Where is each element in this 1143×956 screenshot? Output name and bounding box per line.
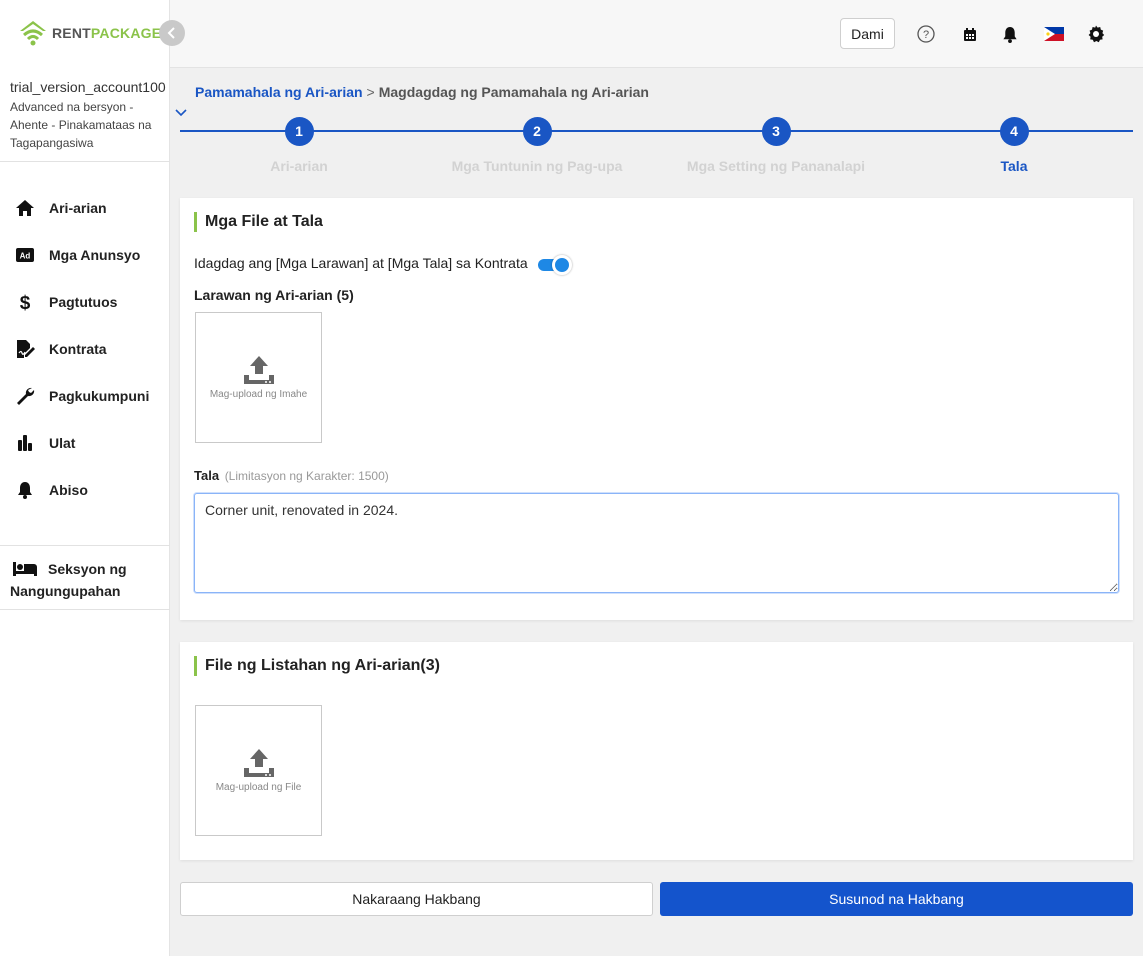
- chevron-left-icon: [167, 27, 175, 39]
- sidebar-divider: [0, 609, 170, 610]
- toggle-label: Idagdag ang [Mga Larawan] at [Mga Tala] …: [194, 255, 528, 271]
- property-images-label: Larawan ng Ari-arian (5): [194, 287, 354, 303]
- notification-bell-icon[interactable]: [1000, 24, 1020, 44]
- account-name: trial_version_account100: [10, 79, 166, 95]
- sidebar-item-label: Ari-arian: [49, 200, 107, 216]
- note-label: Tala (Limitasyon ng Karakter: 1500): [194, 468, 389, 483]
- sidebar-item-contracts[interactable]: Kontrata: [14, 337, 107, 361]
- rentpackage-logo[interactable]: RENTPACKAGE: [18, 18, 161, 48]
- bar-chart-icon: [14, 432, 36, 454]
- svg-text:?: ?: [923, 29, 929, 41]
- account-info: trial_version_account100 Advanced na ber…: [10, 78, 168, 152]
- upload-file-label: Mag-upload ng File: [215, 782, 302, 793]
- sidebar-divider: [0, 161, 170, 162]
- dollar-icon: $: [14, 291, 36, 313]
- sidebar-item-label: Pagtutuos: [49, 294, 118, 310]
- sidebar-item-label: Abiso: [49, 482, 88, 498]
- note-char-limit: (Limitasyon ng Karakter: 1500): [224, 469, 389, 483]
- more-button[interactable]: Dami: [840, 18, 895, 49]
- top-header: Dami ?: [170, 0, 1143, 68]
- sidebar-item-properties[interactable]: Ari-arian: [14, 196, 107, 220]
- home-icon: [14, 197, 36, 219]
- sidebar-item-repairs[interactable]: Pagkukumpuni: [14, 384, 149, 408]
- upload-icon: [243, 356, 274, 384]
- svg-text:$: $: [20, 293, 31, 312]
- note-textarea[interactable]: Corner unit, renovated in 2024.: [194, 493, 1119, 593]
- files-and-notes-card: Mga File at Tala Idagdag ang [Mga Larawa…: [180, 198, 1133, 620]
- sidebar-divider: [0, 545, 170, 546]
- sidebar-item-label: Pagkukumpuni: [49, 388, 150, 404]
- step-number: 1: [284, 117, 314, 146]
- step-number: 2: [522, 117, 552, 146]
- collapse-sidebar-button[interactable]: [159, 20, 185, 46]
- contract-icon: [14, 338, 36, 360]
- sidebar: RENTPACKAGE trial_version_account100 Adv…: [0, 0, 170, 956]
- add-to-contract-toggle[interactable]: [537, 253, 574, 275]
- files-card-title: Mga File at Tala: [194, 212, 323, 232]
- logo-text: RENTPACKAGE: [52, 25, 162, 41]
- step-number: 3: [761, 117, 791, 146]
- listing-card-title: File ng Listahan ng Ari-arian(3): [194, 656, 440, 676]
- sidebar-item-label: Mga Anunsyo: [49, 247, 141, 263]
- step-label: Tala: [1000, 158, 1028, 174]
- wrench-icon: [14, 385, 36, 407]
- help-icon[interactable]: ?: [916, 24, 936, 44]
- next-step-button[interactable]: Susunod na Hakbang: [660, 882, 1133, 916]
- upload-image-button[interactable]: Mag-upload ng Imahe: [195, 312, 322, 443]
- step-label: Mga Setting ng Pananalapi: [686, 158, 866, 174]
- account-plan: Advanced na bersyon - Ahente - Pinakamat…: [10, 100, 152, 150]
- step-number: 4: [999, 117, 1029, 146]
- previous-step-button[interactable]: Nakaraang Hakbang: [180, 882, 653, 916]
- upload-image-label: Mag-upload ng Imahe: [209, 389, 308, 400]
- bell-icon: [14, 479, 36, 501]
- upload-file-button[interactable]: Mag-upload ng File: [195, 705, 322, 836]
- bed-icon: [13, 562, 37, 576]
- step-1[interactable]: 1 Ari-arian: [179, 117, 419, 174]
- step-2[interactable]: 2 Mga Tuntunin ng Pag-upa: [417, 117, 657, 174]
- sidebar-item-ads[interactable]: Ad Mga Anunsyo: [14, 243, 140, 267]
- sidebar-item-notifications[interactable]: Abiso: [14, 478, 88, 502]
- sidebar-item-tenant-section[interactable]: Seksyon ng Nangungupahan: [10, 558, 160, 602]
- house-wifi-logo-icon: [20, 21, 46, 46]
- step-label: Mga Tuntunin ng Pag-upa: [451, 158, 623, 174]
- gear-icon[interactable]: [1086, 24, 1106, 44]
- upload-icon: [243, 749, 274, 777]
- breadcrumb-link-property-management[interactable]: Pamamahala ng Ari-arian: [195, 84, 363, 100]
- step-label: Ari-arian: [270, 158, 328, 174]
- breadcrumb: Pamamahala ng Ari-arian > Magdagdag ng Pam…: [195, 84, 649, 100]
- listing-files-card: File ng Listahan ng Ari-arian(3) Mag-upl…: [180, 642, 1133, 860]
- sidebar-item-label: Ulat: [49, 435, 76, 451]
- calendar-icon[interactable]: [960, 24, 980, 44]
- step-4[interactable]: 4 Tala: [894, 117, 1134, 174]
- add-to-contract-toggle-row: Idagdag ang [Mga Larawan] at [Mga Tala] …: [194, 253, 574, 275]
- breadcrumb-separator: >: [366, 84, 375, 100]
- svg-text:Ad: Ad: [20, 252, 31, 261]
- step-3[interactable]: 3 Mga Setting ng Pananalapi: [656, 117, 896, 174]
- sidebar-item-reports[interactable]: Ulat: [14, 431, 75, 455]
- ad-icon: Ad: [14, 244, 36, 266]
- sidebar-item-label: Kontrata: [49, 341, 107, 357]
- philippines-flag-icon[interactable]: [1043, 24, 1065, 44]
- sidebar-item-accounting[interactable]: $ Pagtutuos: [14, 290, 118, 314]
- breadcrumb-current: Magdagdag ng Pamamahala ng Ari-arian: [378, 84, 649, 100]
